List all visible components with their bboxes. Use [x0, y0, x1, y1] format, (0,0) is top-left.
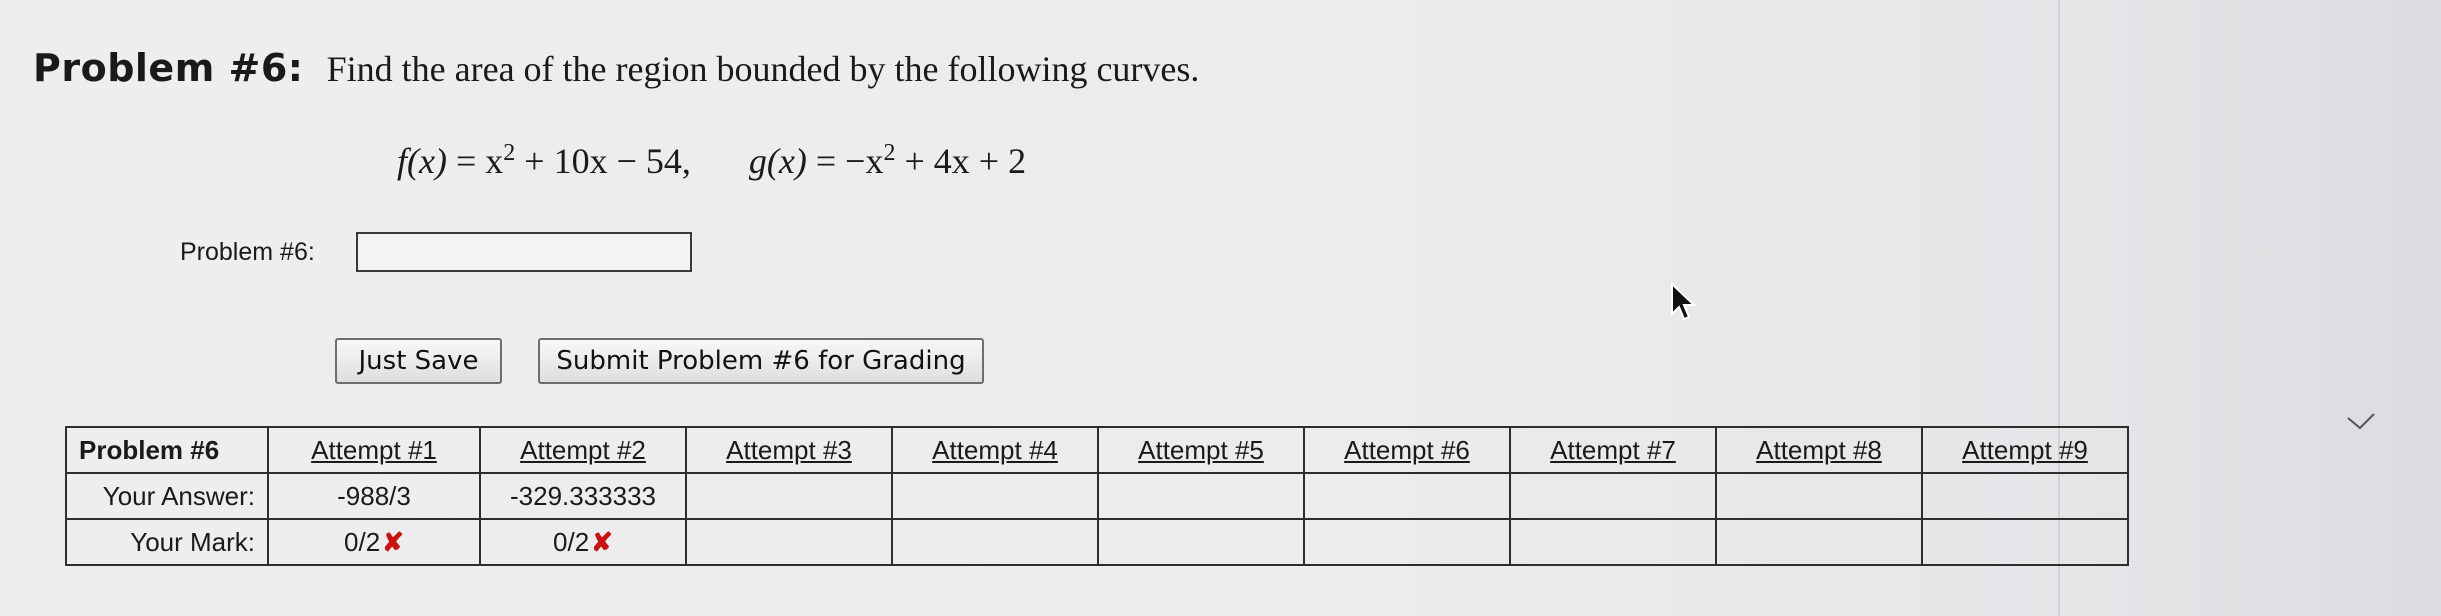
- your-answer-label: Your Answer:: [65, 472, 269, 520]
- answer-cell-3: [685, 472, 893, 520]
- problem-label: Problem #6:: [33, 46, 304, 90]
- g-expression-end: + 4x + 2: [904, 141, 1027, 181]
- attempt-header-8[interactable]: Attempt #8: [1715, 426, 1923, 474]
- g-exponent: 2: [883, 140, 896, 166]
- mark-cell-5: [1097, 518, 1305, 566]
- answer-cell-9: [1921, 472, 2129, 520]
- answer-row: Problem #6:: [180, 232, 692, 272]
- mark-cell-1: 0/2✘: [267, 518, 481, 566]
- problem-statement: Find the area of the region bounded by t…: [326, 49, 1200, 89]
- answer-input[interactable]: [356, 232, 692, 272]
- your-mark-label: Your Mark:: [65, 518, 269, 566]
- f-expression-end: + 10x − 54,: [524, 141, 691, 181]
- just-save-button[interactable]: Just Save: [335, 338, 502, 384]
- mouse-pointer-icon: [1671, 282, 1697, 321]
- attempt-header-1[interactable]: Attempt #1: [267, 426, 481, 474]
- answer-cell-8: [1715, 472, 1923, 520]
- mark-cell-7: [1509, 518, 1717, 566]
- your-mark-row: Your Mark: 0/2✘ 0/2✘: [65, 518, 2129, 566]
- attempts-table: Problem #6 Attempt #1 Attempt #2 Attempt…: [65, 426, 2129, 566]
- f-function-name: f(x): [397, 141, 447, 181]
- mark-cell-8: [1715, 518, 1923, 566]
- f-expression-start: = x: [455, 141, 504, 181]
- answer-label: Problem #6:: [180, 237, 315, 266]
- mark-cell-2: 0/2✘: [479, 518, 687, 566]
- table-corner-label: Problem #6: [65, 426, 269, 474]
- answer-cell-2: -329.333333: [479, 472, 687, 520]
- wrong-mark-icon: ✘: [382, 526, 404, 557]
- attempt-header-3[interactable]: Attempt #3: [685, 426, 893, 474]
- mark-cell-9: [1921, 518, 2129, 566]
- attempt-header-4[interactable]: Attempt #4: [891, 426, 1099, 474]
- attempt-header-9[interactable]: Attempt #9: [1921, 426, 2129, 474]
- answer-cell-7: [1509, 472, 1717, 520]
- mark-cell-6: [1303, 518, 1511, 566]
- mark-value-1: 0/2: [344, 526, 381, 557]
- table-header-row: Problem #6 Attempt #1 Attempt #2 Attempt…: [65, 426, 2129, 474]
- your-answer-row: Your Answer: -988/3 -329.333333: [65, 472, 2129, 520]
- mark-cell-3: [685, 518, 893, 566]
- answer-cell-6: [1303, 472, 1511, 520]
- answer-cell-4: [891, 472, 1099, 520]
- answer-cell-1: -988/3: [267, 472, 481, 520]
- attempt-header-5[interactable]: Attempt #5: [1097, 426, 1305, 474]
- submit-for-grading-button[interactable]: Submit Problem #6 for Grading: [538, 338, 984, 384]
- wrong-mark-icon: ✘: [591, 526, 613, 557]
- attempt-header-7[interactable]: Attempt #7: [1509, 426, 1717, 474]
- problem-header: Problem #6: Find the area of the region …: [33, 46, 1199, 91]
- checkmark-icon: [2347, 413, 2375, 430]
- g-function-name: g(x): [748, 141, 807, 181]
- attempt-header-2[interactable]: Attempt #2: [479, 426, 687, 474]
- page-background: Problem #6: Find the area of the region …: [0, 0, 2441, 616]
- g-expression-start: = −x: [815, 141, 884, 181]
- answer-cell-5: [1097, 472, 1305, 520]
- attempt-header-6[interactable]: Attempt #6: [1303, 426, 1511, 474]
- f-exponent: 2: [503, 140, 516, 166]
- mark-value-2: 0/2: [553, 526, 590, 557]
- mark-cell-4: [891, 518, 1099, 566]
- equation: f(x) = x2 + 10x − 54, g(x) = −x2 + 4x + …: [397, 140, 1026, 182]
